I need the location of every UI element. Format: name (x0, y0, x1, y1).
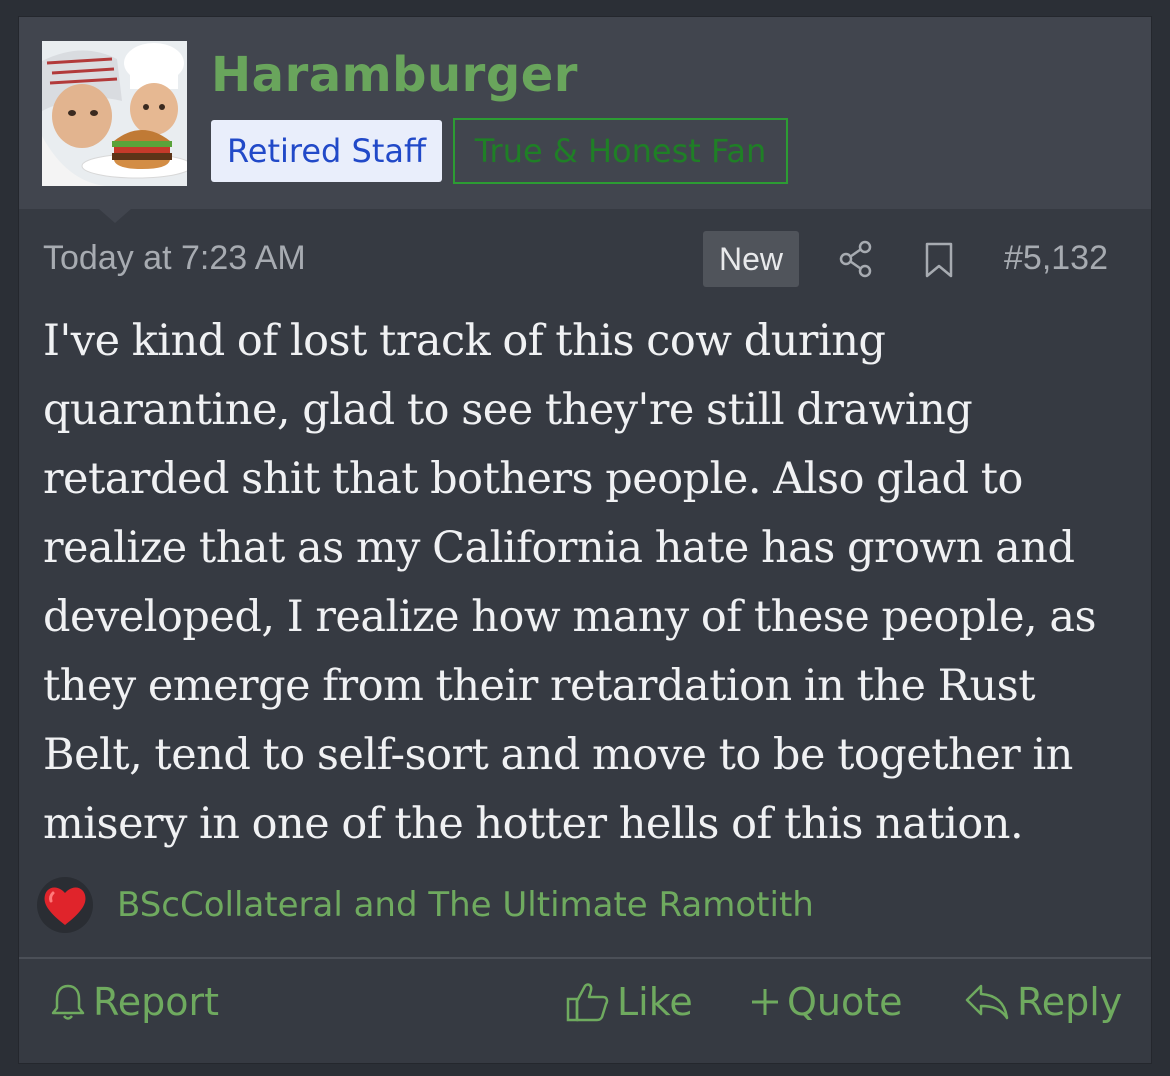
quote-button[interactable]: Quote (749, 977, 903, 1027)
avatar-image (42, 41, 187, 186)
thumbs-up-icon (566, 983, 609, 1022)
reply-button[interactable]: Reply (963, 977, 1122, 1027)
reaction-users[interactable]: BScCollateral and The Ultimate Ramotith (117, 885, 814, 925)
post-number[interactable]: #5,132 (1004, 239, 1108, 278)
share-icon[interactable] (837, 239, 875, 279)
like-button[interactable]: Like (565, 977, 693, 1027)
bookmark-icon[interactable] (923, 241, 955, 279)
username[interactable]: Haramburger (211, 47, 578, 103)
report-button[interactable]: Report (49, 977, 219, 1027)
like-label: Like (617, 980, 693, 1024)
heart-icon (44, 887, 86, 925)
badge-retired-staff: Retired Staff (211, 120, 442, 182)
header-pointer (99, 209, 131, 223)
reply-icon (965, 984, 1009, 1020)
badge-true-honest-fan: True & Honest Fan (453, 118, 788, 184)
post-body: I've kind of lost track of this cow duri… (43, 316, 1097, 849)
plus-icon (752, 989, 778, 1015)
heart-reaction[interactable] (37, 877, 93, 933)
footer-divider (19, 957, 1151, 959)
new-label: New (703, 231, 799, 287)
report-label: Report (93, 980, 219, 1024)
avatar[interactable] (42, 41, 187, 186)
user-header: Haramburger Retired Staff True & Honest … (19, 17, 1151, 209)
reply-label: Reply (1017, 980, 1123, 1024)
quote-label: Quote (787, 980, 903, 1024)
post-timestamp[interactable]: Today at 7:23 AM (43, 239, 306, 278)
post-card: Haramburger Retired Staff True & Honest … (18, 16, 1152, 1064)
bell-icon (51, 984, 85, 1020)
